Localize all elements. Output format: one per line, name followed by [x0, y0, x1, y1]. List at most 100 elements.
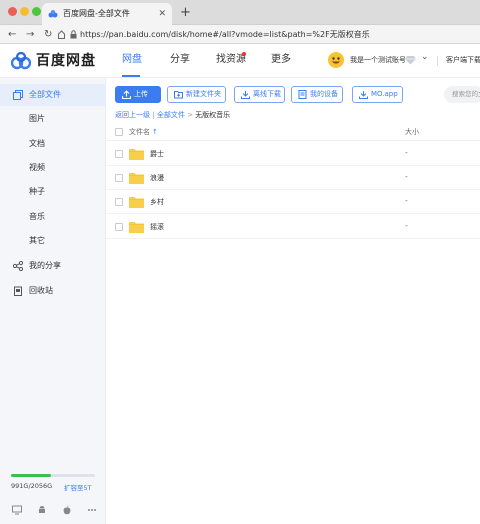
files-icon	[13, 90, 23, 100]
breadcrumb-separator: >	[187, 111, 193, 119]
new-folder-button[interactable]: 新建文件夹	[167, 86, 226, 103]
breadcrumb-current: 无版权音乐	[195, 111, 231, 119]
vip-diamond-icon	[405, 56, 416, 65]
storage-quota-fill	[11, 474, 52, 477]
folder-icon	[129, 173, 144, 184]
mo-app-label: MO.app	[371, 90, 398, 98]
device-icon	[298, 90, 307, 99]
file-name[interactable]: 浪漫	[150, 173, 164, 183]
download-icon	[241, 91, 250, 99]
search-input[interactable]: 搜索您的文件	[444, 86, 480, 103]
breadcrumb-back-link[interactable]: 返回上一级	[115, 111, 150, 119]
app-header: 百度网盘 网盘 分享 找资源 更多 我是一个测试账号 ⌄ 客户端下载	[0, 44, 480, 78]
close-tab-icon[interactable]: ✕	[158, 3, 166, 25]
forward-icon[interactable]: →	[26, 26, 34, 43]
sidebar-item-label: 音乐	[29, 212, 45, 221]
column-header-name[interactable]: 文件名	[129, 127, 150, 137]
file-size: -	[405, 221, 408, 230]
baidu-pan-favicon	[48, 10, 58, 18]
upload-button[interactable]: 上传	[115, 86, 161, 103]
maximize-window-button[interactable]	[32, 7, 41, 16]
row-checkbox[interactable]	[115, 198, 123, 206]
offline-download-label: 离线下载	[253, 90, 281, 98]
folder-icon	[129, 222, 144, 233]
nav-netdisk[interactable]: 网盘	[122, 52, 142, 68]
folder-icon	[129, 197, 144, 208]
apple-icon[interactable]	[62, 505, 72, 515]
new-folder-icon	[174, 91, 183, 99]
browser-tab[interactable]: 百度网盘-全部文件 ✕	[42, 3, 172, 25]
reload-icon[interactable]: ↻	[44, 26, 52, 43]
row-checkbox[interactable]	[115, 150, 123, 158]
download-icon	[359, 91, 368, 99]
mo-app-button[interactable]: MO.app	[352, 86, 403, 103]
my-devices-label: 我的设备	[310, 90, 338, 98]
nav-share[interactable]: 分享	[170, 52, 190, 68]
table-row[interactable]: 爵士 -	[106, 142, 480, 166]
minimize-window-button[interactable]	[20, 7, 29, 16]
new-tab-button[interactable]: +	[180, 3, 191, 23]
url-field[interactable]: https://pan.baidu.com/disk/home#/all?vmo…	[80, 26, 370, 43]
new-folder-label: 新建文件夹	[186, 90, 221, 98]
file-name[interactable]: 摇滚	[150, 222, 164, 232]
select-all-checkbox[interactable]	[115, 128, 123, 136]
desktop-client-icon[interactable]	[12, 505, 22, 515]
browser-tab-bar: 百度网盘-全部文件 ✕ +	[0, 0, 480, 25]
android-icon[interactable]	[37, 505, 47, 515]
file-size: -	[405, 172, 408, 181]
sort-ascending-icon[interactable]: ↑	[152, 127, 158, 137]
back-icon[interactable]: ←	[8, 26, 16, 43]
sidebar-item-label: 视频	[29, 163, 45, 172]
active-nav-indicator	[122, 75, 140, 77]
upload-icon	[122, 90, 131, 99]
file-name[interactable]: 乡村	[150, 197, 164, 207]
more-icon[interactable]	[87, 505, 97, 515]
sidebar-item-label: 文档	[29, 139, 45, 148]
search-placeholder: 搜索您的文件	[452, 90, 480, 98]
table-header: 文件名 ↑ 大小	[106, 123, 480, 141]
recycle-bin-icon	[14, 286, 22, 296]
tab-title: 百度网盘-全部文件	[63, 9, 130, 18]
offline-download-button[interactable]: 离线下载	[234, 86, 285, 103]
smiley-icon	[332, 57, 340, 64]
sidebar-item-all-files[interactable]: 全部文件	[0, 84, 106, 106]
sidebar-item-torrents[interactable]: 种子	[0, 181, 106, 203]
sidebar-item-recycle-bin[interactable]: 回收站	[0, 280, 106, 302]
client-download-link[interactable]: 客户端下载	[446, 54, 480, 66]
sidebar-item-label: 回收站	[29, 286, 53, 295]
sidebar-item-label: 我的分享	[29, 261, 61, 270]
table-row[interactable]: 摇滚 -	[106, 215, 480, 239]
breadcrumb: 返回上一级 | 全部文件 > 无版权音乐	[115, 110, 230, 120]
table-row[interactable]: 乡村 -	[106, 190, 480, 214]
expand-storage-link[interactable]: 扩容至5T	[64, 482, 92, 492]
storage-quota-bar	[11, 474, 95, 477]
storage-quota-text: 991G/2056G	[11, 482, 53, 490]
sidebar-item-music[interactable]: 音乐	[0, 206, 106, 228]
lock-icon	[70, 30, 77, 39]
row-checkbox[interactable]	[115, 174, 123, 182]
close-window-button[interactable]	[8, 7, 17, 16]
file-size: -	[405, 196, 408, 205]
sidebar-item-images[interactable]: 图片	[0, 108, 106, 130]
home-icon[interactable]	[58, 30, 65, 39]
row-checkbox[interactable]	[115, 223, 123, 231]
file-size: -	[405, 148, 408, 157]
sidebar-item-my-shares[interactable]: 我的分享	[0, 255, 106, 277]
address-bar: ← → ↻ https://pan.baidu.com/disk/home#/a…	[0, 25, 480, 44]
account-name[interactable]: 我是一个测试账号	[350, 54, 406, 66]
breadcrumb-root-link[interactable]: 全部文件	[157, 111, 185, 119]
chevron-down-icon[interactable]: ⌄	[421, 52, 429, 62]
upload-label: 上传	[134, 90, 148, 98]
sidebar-item-videos[interactable]: 视频	[0, 157, 106, 179]
header-divider	[437, 56, 438, 66]
sidebar-item-label: 全部文件	[29, 90, 61, 99]
column-header-size[interactable]: 大小	[405, 127, 419, 137]
table-row[interactable]: 浪漫 -	[106, 166, 480, 190]
file-name[interactable]: 爵士	[150, 149, 164, 159]
sidebar-item-others[interactable]: 其它	[0, 230, 106, 252]
nav-more[interactable]: 更多	[271, 52, 291, 68]
folder-icon	[129, 149, 144, 160]
my-devices-button[interactable]: 我的设备	[291, 86, 343, 103]
avatar[interactable]	[328, 52, 344, 68]
sidebar-item-documents[interactable]: 文档	[0, 133, 106, 155]
